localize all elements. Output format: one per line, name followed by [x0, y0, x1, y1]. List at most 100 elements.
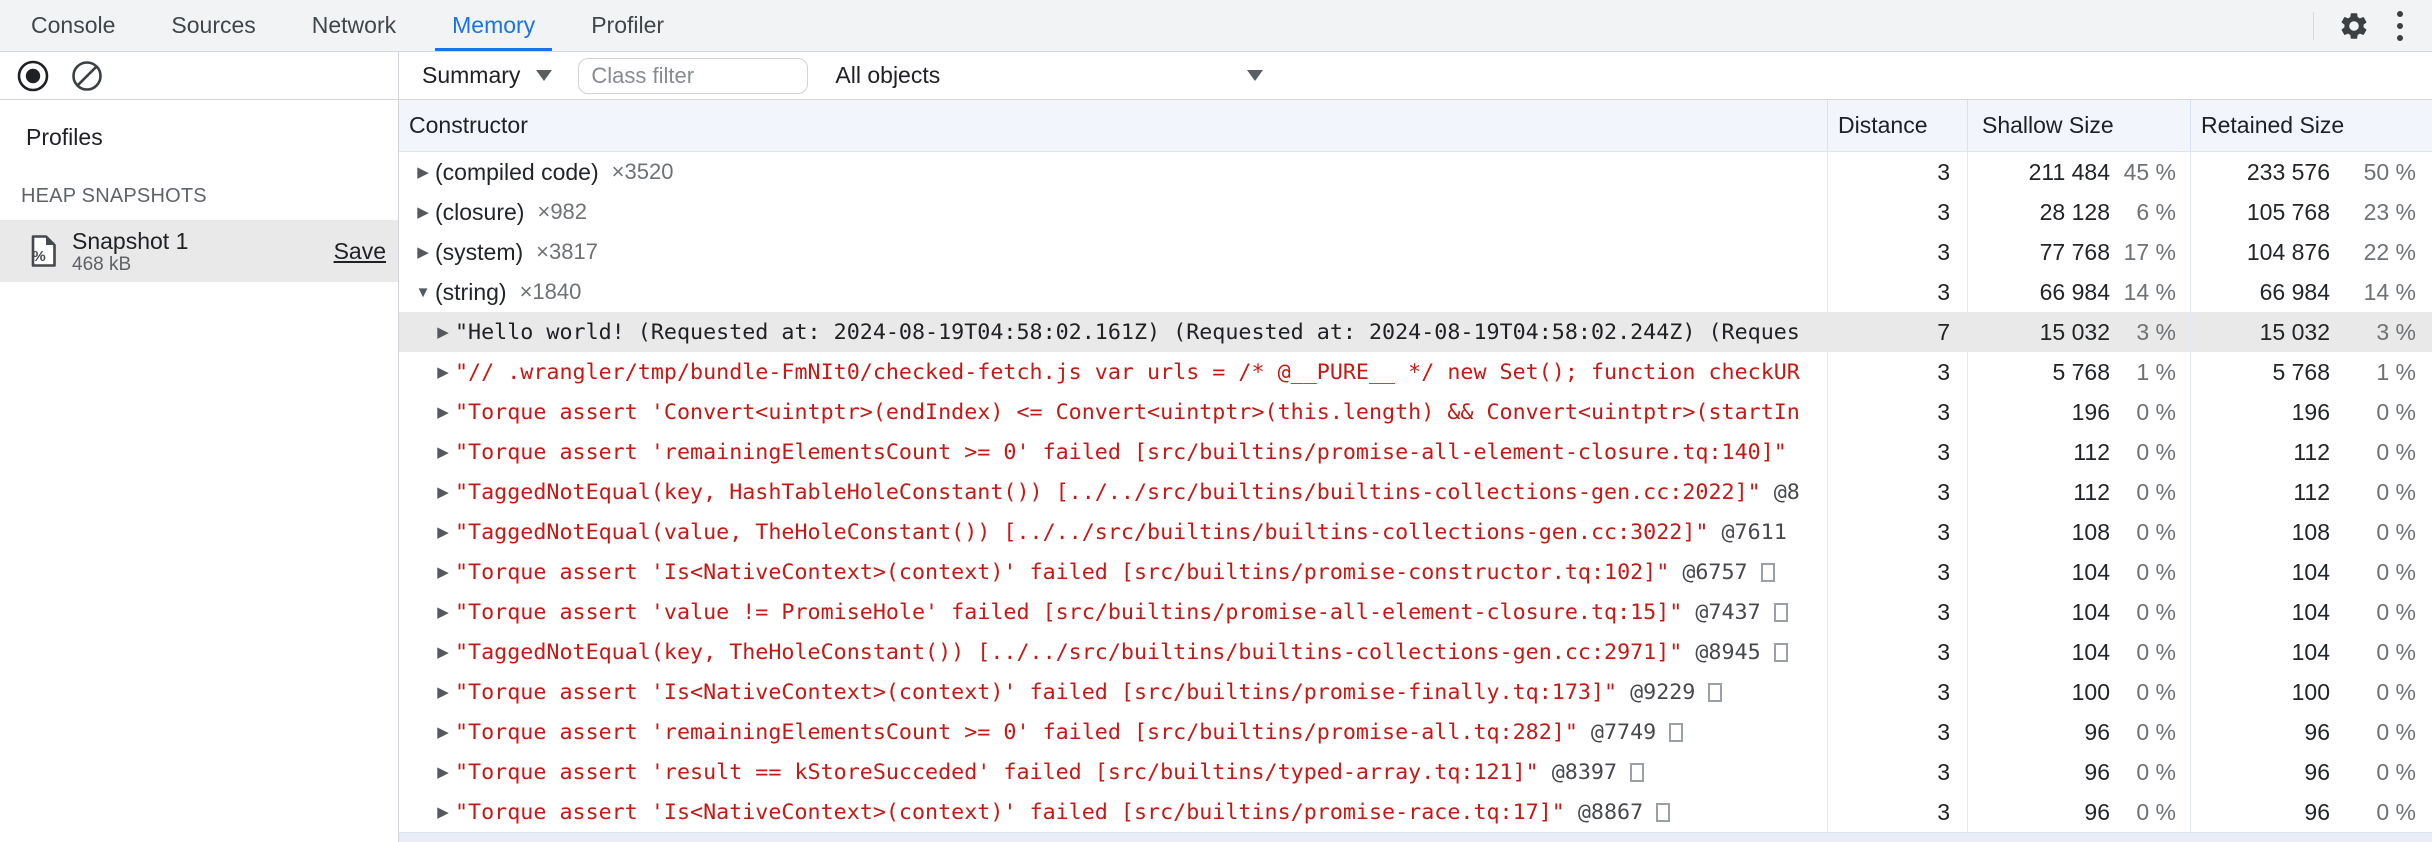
column-header-shallow-size[interactable]: Shallow Size [1967, 100, 2190, 151]
sidebar-item-snapshot-1[interactable]: % Snapshot 1 468 kB Save [0, 220, 398, 282]
box-glyph [1630, 762, 1645, 782]
shallow-size-cell: 66 984 14 % [1967, 272, 2190, 312]
record-heap-snapshot-button[interactable] [15, 58, 51, 94]
disclosure-triangle-icon[interactable]: ▶ [435, 723, 451, 741]
settings-button[interactable] [2330, 0, 2378, 51]
table-row[interactable]: ▶ "Torque assert 'Is<NativeContext>(cont… [399, 792, 2432, 832]
table-row[interactable]: ▶ "TaggedNotEqual(key, HashTableHoleCons… [399, 472, 2432, 512]
distance-cell: 3 [1827, 152, 1967, 192]
retained-size-value: 108 [2291, 518, 2330, 545]
table-row[interactable]: ▶ (system) ×3817 3 77 768 17 % 104 876 2… [399, 232, 2432, 272]
perspective-select[interactable]: Summary [422, 62, 553, 89]
shallow-size-value: 96 [2084, 798, 2110, 825]
disclosure-triangle-icon[interactable]: ▶ [435, 483, 451, 501]
constructor-cell: ▶ "Torque assert 'Convert<uintptr>(endIn… [399, 392, 1827, 432]
retained-size-cell: 5 768 1 % [2190, 352, 2432, 392]
table-row[interactable]: ▶ "Torque assert 'value != PromiseHole' … [399, 592, 2432, 632]
table-row[interactable]: ▶ "Torque assert 'result == kStoreSucced… [399, 752, 2432, 792]
shallow-size-cell: 96 0 % [1967, 752, 2190, 792]
heap-snapshot-grid: Constructor Distance Shallow Size Retain… [399, 100, 2432, 842]
disclosure-triangle-icon[interactable]: ▶ [435, 803, 451, 821]
disclosure-triangle-icon[interactable]: ▶ [435, 403, 451, 421]
profiles-sidebar: Profiles HEAP SNAPSHOTS % Snapshot 1 468… [0, 52, 399, 842]
disclosure-triangle-icon[interactable]: ▶ [415, 203, 431, 221]
tab-network[interactable]: Network [295, 0, 413, 51]
table-row[interactable]: ▶ "Torque assert 'Is<NativeContext>(cont… [399, 552, 2432, 592]
disclosure-triangle-icon[interactable]: ▶ [435, 603, 451, 621]
disclosure-triangle-icon[interactable]: ▶ [435, 523, 451, 541]
table-row[interactable]: ▶ "TaggedNotEqual(value, TheHoleConstant… [399, 512, 2432, 552]
constructor-name: "Torque assert 'Is<NativeContext>(contex… [455, 559, 1670, 585]
distance-cell: 3 [1827, 392, 1967, 432]
disclosure-triangle-icon[interactable]: ▶ [435, 683, 451, 701]
constructor-cell: ▶ "Torque assert 'remainingElementsCount… [399, 432, 1827, 472]
disclosure-triangle-icon[interactable]: ▶ [415, 243, 431, 261]
table-row[interactable]: ▶ "TaggedNotEqual(key, TheHoleConstant()… [399, 632, 2432, 672]
table-row[interactable]: ▼ (string) ×1840 3 66 984 14 % 66 984 14… [399, 272, 2432, 312]
shallow-size-cell: 196 0 % [1967, 392, 2190, 432]
table-row[interactable]: ▶ "Torque assert 'remainingElementsCount… [399, 712, 2432, 752]
retained-size-percent: 0 % [2376, 438, 2416, 465]
table-row[interactable]: ▶ "Torque assert 'Convert<uintptr>(endIn… [399, 392, 2432, 432]
constructor-cell: ▶ "TaggedNotEqual(value, TheHoleConstant… [399, 512, 1827, 552]
devtools-tabbar: Console Sources Network Memory Profiler [0, 0, 2432, 52]
profiles-heading: Profiles [26, 124, 103, 150]
disclosure-triangle-icon[interactable]: ▶ [435, 323, 451, 341]
table-row[interactable]: ▶ (compiled code) ×3520 3 211 484 45 % 2… [399, 152, 2432, 192]
constructor-cell: ▶ "Torque assert 'Is<NativeContext>(cont… [399, 552, 1827, 592]
distance-cell: 3 [1827, 632, 1967, 672]
clear-profiles-button[interactable] [69, 58, 105, 94]
box-glyph [1773, 602, 1788, 622]
retained-size-value: 112 [2293, 478, 2330, 505]
table-row[interactable]: ▶ (closure) ×982 3 28 128 6 % 105 768 23… [399, 192, 2432, 232]
distance-cell: 3 [1827, 232, 1967, 272]
tab-profiler[interactable]: Profiler [574, 0, 681, 51]
constructor-name: "TaggedNotEqual(key, TheHoleConstant()) … [455, 639, 1683, 665]
distance-cell: 3 [1827, 592, 1967, 632]
table-row[interactable]: ▶ "Torque assert 'Is<NativeContext>(cont… [399, 672, 2432, 712]
column-header-constructor[interactable]: Constructor [399, 100, 1827, 151]
table-row[interactable]: ▶ "Hello world! (Requested at: 2024-08-1… [399, 312, 2432, 352]
retained-size-percent: 1 % [2376, 358, 2416, 385]
shallow-size-value: 77 768 [2039, 238, 2110, 265]
object-id: @7749 [1590, 719, 1657, 745]
distance-cell: 3 [1827, 712, 1967, 752]
shallow-size-percent: 6 % [2136, 198, 2176, 225]
shallow-size-value: 112 [2073, 438, 2110, 465]
column-header-retained-size[interactable]: Retained Size [2190, 100, 2432, 151]
more-options-button[interactable] [2378, 0, 2422, 51]
retained-size-percent: 0 % [2376, 718, 2416, 745]
disclosure-triangle-icon[interactable]: ▶ [435, 763, 451, 781]
disclosure-triangle-icon[interactable]: ▶ [415, 163, 431, 181]
retained-size-cell: 96 0 % [2190, 752, 2432, 792]
retained-size-cell: 104 876 22 % [2190, 232, 2432, 272]
shallow-size-value: 104 [2071, 638, 2110, 665]
instance-count: ×1840 [519, 279, 582, 304]
table-row[interactable]: ▶ "Torque assert 'remainingElementsCount… [399, 432, 2432, 472]
save-snapshot-link[interactable]: Save [334, 238, 386, 265]
distance-cell: 3 [1827, 792, 1967, 832]
disclosure-triangle-icon[interactable]: ▶ [435, 563, 451, 581]
retained-size-cell: 100 0 % [2190, 672, 2432, 712]
tab-sources[interactable]: Sources [154, 0, 272, 51]
column-header-distance[interactable]: Distance [1827, 100, 1967, 151]
retained-size-cell: 66 984 14 % [2190, 272, 2432, 312]
disclosure-triangle-icon[interactable]: ▼ [415, 284, 431, 301]
table-row[interactable]: ▶ "// .wrangler/tmp/bundle-FmNIt0/checke… [399, 352, 2432, 392]
tab-console[interactable]: Console [14, 0, 132, 51]
constructor-name: "Torque assert 'value != PromiseHole' fa… [455, 599, 1683, 625]
distance-cell: 3 [1827, 432, 1967, 472]
shallow-size-percent: 0 % [2136, 518, 2176, 545]
objects-scope-select[interactable]: All objects [835, 62, 1264, 89]
disclosure-triangle-icon[interactable]: ▶ [435, 643, 451, 661]
retained-size-cell: 15 032 3 % [2190, 312, 2432, 352]
disclosure-triangle-icon[interactable]: ▶ [435, 443, 451, 461]
tab-memory[interactable]: Memory [435, 0, 553, 51]
shallow-size-cell: 104 0 % [1967, 552, 2190, 592]
retained-size-percent: 0 % [2376, 678, 2416, 705]
shallow-size-cell: 104 0 % [1967, 632, 2190, 672]
chevron-down-icon [536, 70, 553, 81]
disclosure-triangle-icon[interactable]: ▶ [435, 363, 451, 381]
shallow-size-percent: 0 % [2136, 558, 2176, 585]
class-filter-input[interactable] [578, 57, 809, 94]
